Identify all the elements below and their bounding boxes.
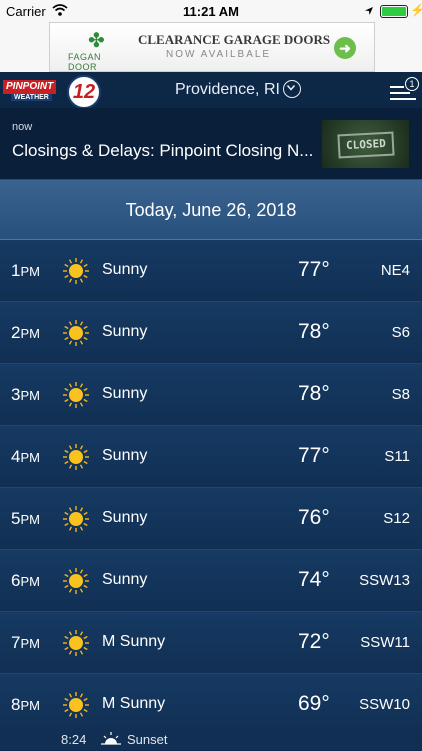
- alert-message: Closings & Delays: Pinpoint Closing N...: [12, 141, 314, 160]
- forecast-row[interactable]: 8PM M Sunny 69° SSW10: [0, 674, 422, 736]
- hour-label: 8PM: [11, 695, 40, 714]
- hourly-forecast-list: 1PM Sunny 77° NE4 2PM Sunny 78° S6 3PM Sunny 78° S8…: [0, 240, 422, 736]
- condition-label: Sunny: [102, 447, 148, 464]
- hour-label: 7PM: [11, 633, 40, 652]
- menu-icon: [390, 86, 404, 88]
- hour-label: 5PM: [11, 509, 40, 528]
- sun-icon: [62, 319, 90, 347]
- forecast-row[interactable]: 7PM M Sunny 72° SSW11: [0, 612, 422, 674]
- condition-label: Sunny: [102, 571, 148, 588]
- wind-label: S11: [384, 448, 410, 465]
- sun-icon: [62, 691, 90, 719]
- status-time: 11:21 AM: [183, 4, 239, 19]
- alert-thumbnail: CLOSED: [322, 120, 409, 168]
- forecast-row[interactable]: 5PM Sunny 76° S12: [0, 488, 422, 550]
- condition-label: Sunny: [102, 385, 148, 402]
- wind-label: SSW10: [359, 696, 410, 713]
- sunset-label: Sunset: [127, 732, 168, 747]
- forecast-row[interactable]: 6PM Sunny 74° SSW13: [0, 550, 422, 612]
- hour-label: 2PM: [11, 323, 40, 342]
- forecast-row[interactable]: 1PM Sunny 77° NE4: [0, 240, 422, 302]
- wind-label: SSW11: [360, 634, 410, 651]
- condition-label: M Sunny: [102, 633, 166, 650]
- sunset-icon: [101, 730, 121, 748]
- closed-sign: CLOSED: [337, 131, 395, 159]
- temperature-label: 78°: [298, 320, 330, 343]
- ad-logo: ✤ FAGAN DOOR: [68, 30, 128, 72]
- hour-label: 1PM: [11, 261, 40, 280]
- clover-icon: ✤: [88, 30, 105, 52]
- forecast-row[interactable]: 2PM Sunny 78° S6: [0, 302, 422, 364]
- condition-label: M Sunny: [102, 695, 166, 712]
- temperature-label: 72°: [298, 630, 330, 653]
- pinpoint-weather-logo[interactable]: PINPOINT WEATHER 12: [3, 75, 103, 109]
- condition-label: Sunny: [102, 509, 148, 526]
- temperature-label: 76°: [298, 506, 330, 529]
- ad-banner[interactable]: ✤ FAGAN DOOR CLEARANCE GARAGE DOORS NOW …: [49, 22, 375, 72]
- wind-label: SSW13: [359, 572, 410, 589]
- app-header: PINPOINT WEATHER 12 Providence, RI 1: [0, 72, 422, 109]
- alert-time: now: [12, 121, 33, 133]
- notification-badge: 1: [405, 77, 419, 91]
- logo-text: PINPOINT: [3, 80, 57, 94]
- forecast-row[interactable]: 3PM Sunny 78° S8: [0, 364, 422, 426]
- temperature-label: 77°: [298, 444, 330, 467]
- location-label[interactable]: Providence, RI: [175, 81, 280, 99]
- forecast-row[interactable]: 4PM Sunny 77° S11: [0, 426, 422, 488]
- hour-label: 6PM: [11, 571, 40, 590]
- sunset-time: 8:24: [61, 732, 87, 747]
- ad-headline: CLEARANCE GARAGE DOORS: [138, 32, 331, 47]
- date-header: Today, June 26, 2018: [0, 180, 422, 240]
- sun-icon: [62, 443, 90, 471]
- temperature-label: 77°: [298, 258, 330, 281]
- wind-label: S6: [391, 324, 410, 341]
- temperature-label: 69°: [298, 692, 330, 715]
- ad-subline: NOW AVAILBALE: [166, 49, 272, 60]
- status-bar: Carrier 11:21 AM ⚡: [0, 0, 422, 22]
- temperature-label: 74°: [298, 568, 330, 591]
- logo-number: 12: [67, 75, 101, 109]
- wind-label: NE4: [380, 262, 410, 279]
- location-arrow-icon: [364, 4, 374, 19]
- wind-label: S8: [391, 386, 410, 403]
- sun-icon: [62, 567, 90, 595]
- sun-icon: [62, 629, 90, 657]
- ad-arrow-button[interactable]: ➜: [334, 37, 356, 59]
- temperature-label: 78°: [298, 382, 330, 405]
- alert-banner[interactable]: now Closings & Delays: Pinpoint Closing …: [0, 108, 422, 180]
- condition-label: Sunny: [102, 323, 148, 340]
- chevron-down-icon[interactable]: [283, 80, 301, 98]
- hour-label: 3PM: [11, 385, 40, 404]
- sun-icon: [62, 381, 90, 409]
- menu-button[interactable]: 1: [390, 77, 419, 102]
- ad-container: ✤ FAGAN DOOR CLEARANCE GARAGE DOORS NOW …: [0, 22, 422, 72]
- condition-label: Sunny: [102, 261, 148, 278]
- battery-icon: [380, 5, 408, 18]
- hour-label: 4PM: [11, 447, 40, 466]
- charging-bolt-icon: ⚡: [410, 3, 422, 17]
- date-label: Today, June 26, 2018: [125, 200, 297, 220]
- wind-label: S12: [383, 510, 410, 527]
- ad-brand: FAGAN DOOR: [68, 52, 102, 72]
- logo-subtext: WEATHER: [11, 94, 52, 101]
- sun-icon: [62, 505, 90, 533]
- sun-icon: [62, 257, 90, 285]
- sunset-row: 8:24 Sunset: [0, 729, 422, 750]
